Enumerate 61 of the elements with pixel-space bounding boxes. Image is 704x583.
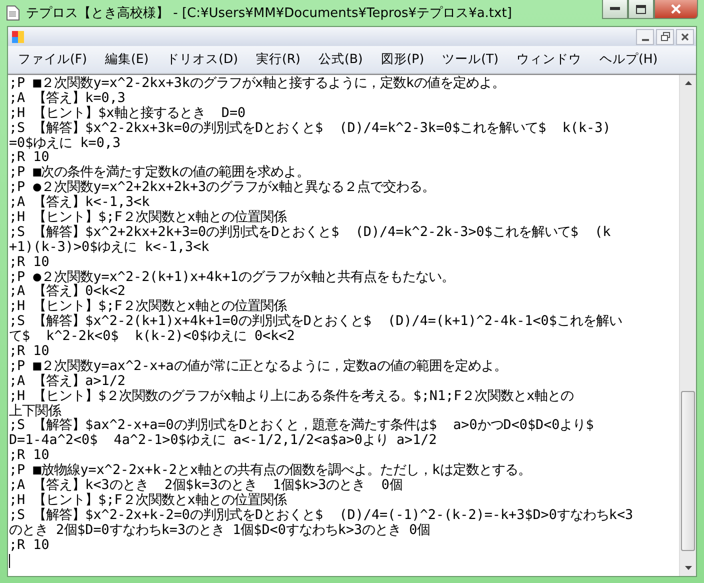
text-line: ;A 【答え】k=0,3 — [9, 92, 126, 106]
window-title: テプロス【とき高校様】 - [C:¥Users¥MM¥Documents¥Tepros¥テプロス¥a.txt] — [26, 5, 512, 22]
restore-icon — [660, 32, 670, 41]
menu-item[interactable]: 公式(B) — [318, 51, 363, 68]
text-line: ;P ■２次関数y=x^2-2kx+3kのグラフがx軸と接するように，定数kの値を定めよ。 — [9, 77, 506, 91]
text-line: ;P ■次の条件を満たす定数kの値の範囲を求めよ。 — [9, 166, 310, 180]
menu-item[interactable]: ヘルプ(H) — [599, 51, 658, 68]
menu-item[interactable]: ツール(T) — [442, 51, 498, 68]
text-line: =0$ゆえに k=0,3 — [9, 136, 122, 151]
text-line: ;A 【答え】k<3のとき 2個$k=3のとき 1個$k>3のとき 0個 — [9, 479, 404, 494]
menu-item[interactable]: 編集(E) — [104, 51, 149, 68]
maximize-icon — [636, 4, 646, 14]
text-line: ;H 【ヒント】$;F２次関数とx軸との位置関係 — [9, 300, 287, 314]
text-cursor — [9, 554, 10, 568]
close-icon — [681, 32, 689, 40]
text-line: ;P ●２次関数y=x^2-2(k+1)x+4k+1のグラフがx軸と共有点をもたない。 — [9, 270, 456, 285]
text-line: ;P ●２次関数y=x^2+2kx+2k+3のグラフがx軸と異なる２点で交わる。 — [9, 181, 436, 196]
menu-item[interactable]: ドリオス(D) — [166, 51, 238, 68]
text-line: ;P ■２次関数y=ax^2-x+aの値が常に正となるように，定数aの値の範囲を定めよ。 — [9, 360, 508, 374]
text-line: ;H 【ヒント】$x軸と接するとき D=0 — [9, 106, 247, 121]
text-line: ;A 【答え】a>1/2 — [9, 374, 126, 389]
minimize-icon — [642, 38, 648, 40]
menu-item[interactable]: 図形(P) — [380, 51, 424, 68]
text-line: ;H 【ヒント】$;F２次関数とx軸との位置関係 — [9, 211, 288, 226]
minimize-button[interactable] — [636, 28, 654, 44]
text-line: ;R 10 — [9, 256, 50, 271]
menu-item[interactable]: ファイル(F) — [18, 51, 87, 68]
scroll-up-icon[interactable] — [684, 81, 692, 85]
close-button[interactable] — [654, 0, 698, 19]
document-icon — [6, 5, 20, 21]
text-line: て$ k^2-2k<0$ k(k-2)<0$ゆえに 0<k<2 — [9, 330, 296, 345]
close-icon — [670, 4, 682, 14]
text-line: ;H 【ヒント】$２次関数のグラフがx軸より上にある条件を考える。$;N1;F２次関数とx軸との — [9, 390, 575, 404]
text-line: ;S 【解答】$x^2-2(k+1)x+4k+1=0の判別式をDとおくと$ (D)/4=(k+1)^2-4k-1<0$これを解い — [9, 315, 623, 330]
text-line: ;A 【答え】0<k<2 — [9, 285, 126, 300]
text-line: ;S 【解答】$x^2+2kx+2k+3=0の判別式をDとおくと$ (D)/4=k^2-2k-3>0$これを解いて$ (k — [9, 226, 612, 240]
text-line: ;S 【解答】$ax^2-x+a=0の判別式をDとおくと，題意を満たす条件は$ a>0かつD<0$D<0より$ — [9, 419, 595, 434]
text-line: のとき 2個$D=0すなわちk=3のとき 1個$D<0すなわちk>3のとき 0個 — [9, 524, 432, 539]
text-line: +1)(k-3)>0$ゆえに k<-1,3<k — [9, 240, 210, 256]
minimize-icon — [610, 7, 620, 11]
text-line: ;S 【解答】$x^2-2x+k-2=0の判別式をDとおくと$ (D)/4=(-1)^2-(k-2)=-k+3$D>0すなわちk<3 — [9, 508, 634, 524]
text-line: D=1-4a^2<0$ 4a^2-1>0$ゆえに a<-1/2,1/2<a$a>0より a>1/2 — [9, 434, 438, 449]
maximize-button[interactable] — [628, 0, 654, 19]
menu-item[interactable]: ウィンドウ — [516, 51, 582, 68]
app-icon — [11, 30, 25, 44]
text-line: ;P ■放物線y=x^2-2x+k-2とx軸との共有点の個数を調べよ。ただし，kは定数とする。 — [9, 464, 532, 478]
close-button[interactable] — [676, 28, 694, 44]
menu-item[interactable]: 実行(R) — [256, 51, 300, 68]
text-line: ;R 10 — [9, 538, 50, 554]
text-line: 上下関係 — [9, 404, 62, 419]
text-line: ;S 【解答】$x^2-2kx+3k=0の判別式をDとおくと$ (D)/4=k^2-3k=0$これを解いて$ k(k-3) — [9, 122, 612, 136]
text-line: ;R 10 — [9, 345, 50, 360]
scrollbar-thumb[interactable] — [681, 391, 695, 551]
text-line: ;H 【ヒント】$;F２次関数とx軸との位置関係 — [9, 494, 288, 508]
vertical-scrollbar[interactable] — [679, 75, 696, 576]
text-line: ;R 10 — [9, 151, 50, 166]
scroll-down-icon[interactable] — [684, 566, 692, 570]
restore-button[interactable] — [656, 28, 674, 44]
text-line: ;R 10 — [9, 449, 50, 464]
text-line: ;A 【答え】k<-1,3<k — [9, 196, 150, 210]
minimize-button[interactable] — [602, 0, 628, 19]
